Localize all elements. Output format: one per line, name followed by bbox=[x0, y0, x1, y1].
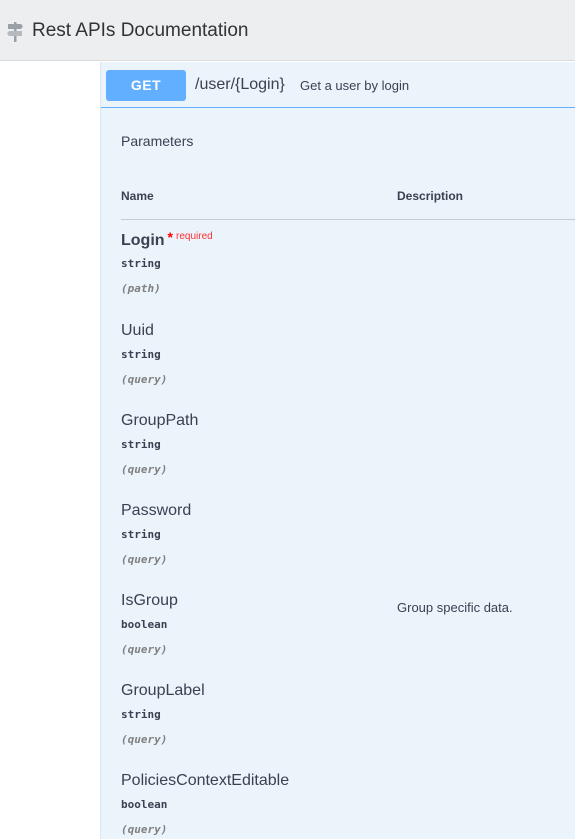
parameter-name: Uuid bbox=[121, 322, 154, 339]
parameters-title: Parameters bbox=[121, 133, 194, 149]
left-gutter bbox=[0, 61, 100, 839]
parameter-type: string bbox=[121, 257, 161, 270]
parameter-in: (query) bbox=[121, 823, 168, 836]
parameter-row: Uuid string (query) bbox=[121, 320, 381, 387]
parameter-name: Login bbox=[121, 232, 165, 249]
parameter-in: (path) bbox=[121, 282, 161, 295]
header-divider bbox=[121, 219, 575, 220]
operation-summary[interactable]: GET /user/{Login} Get a user by login bbox=[101, 62, 575, 108]
column-header-description: Description bbox=[397, 189, 464, 203]
parameter-name: GroupPath bbox=[121, 412, 199, 429]
parameter-type: string bbox=[121, 708, 161, 721]
parameter-row: PoliciesContextEditable boolean (query) bbox=[121, 770, 381, 837]
parameter-type: string bbox=[121, 438, 161, 451]
top-bar: Rest APIs Documentation bbox=[0, 0, 575, 61]
column-header-name: Name bbox=[121, 189, 154, 203]
parameter-row: Password string (query) bbox=[121, 500, 381, 567]
method-badge[interactable]: GET bbox=[106, 70, 186, 101]
parameter-type: boolean bbox=[121, 618, 168, 631]
operation-description[interactable]: Get a user by login bbox=[300, 78, 409, 93]
parameter-name: IsGroup bbox=[121, 592, 178, 609]
signpost-icon bbox=[7, 22, 23, 42]
parameter-in: (query) bbox=[121, 733, 168, 746]
parameter-in: (query) bbox=[121, 373, 168, 386]
parameter-row: Login * required string (path) bbox=[121, 229, 381, 296]
parameter-name: GroupLabel bbox=[121, 682, 205, 699]
required-star: * bbox=[167, 229, 173, 245]
operation-path[interactable]: /user/{Login} bbox=[195, 76, 285, 94]
operation-block-get: GET /user/{Login} Get a user by login Pa… bbox=[100, 62, 575, 839]
parameter-in: (query) bbox=[121, 463, 168, 476]
parameter-type: boolean bbox=[121, 798, 168, 811]
parameter-name: PoliciesContextEditable bbox=[121, 772, 290, 789]
parameter-row: GroupPath string (query) bbox=[121, 410, 381, 477]
parameter-row: GroupLabel string (query) bbox=[121, 680, 381, 747]
parameter-in: (query) bbox=[121, 553, 168, 566]
required-label: required bbox=[176, 231, 213, 242]
parameter-row: IsGroup boolean (query) bbox=[121, 590, 381, 657]
parameter-description: Group specific data. bbox=[397, 600, 513, 615]
parameter-in: (query) bbox=[121, 643, 168, 656]
parameter-name-wrap: Login * required bbox=[121, 229, 381, 251]
parameter-type: string bbox=[121, 348, 161, 361]
page-title: Rest APIs Documentation bbox=[32, 20, 249, 41]
parameter-type: string bbox=[121, 528, 161, 541]
parameter-name: Password bbox=[121, 502, 192, 519]
